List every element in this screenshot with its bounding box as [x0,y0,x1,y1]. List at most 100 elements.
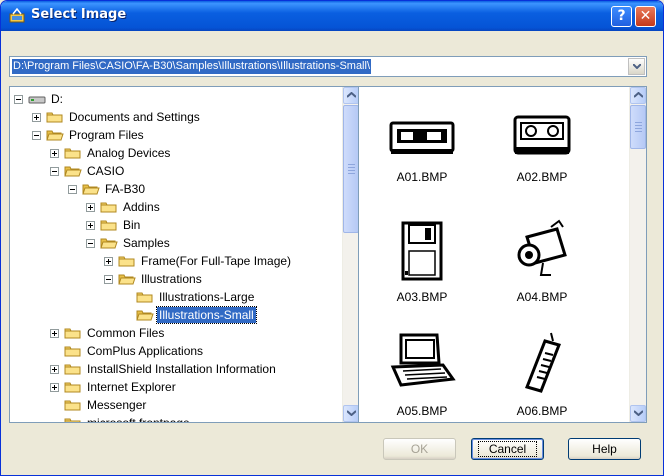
collapse-icon[interactable] [104,275,113,284]
thumbnail-item[interactable]: A03.BMP [367,213,487,323]
thumbnail-label: A03.BMP [396,290,448,304]
thumbnail-label: A04.BMP [516,290,568,304]
tree-scroll-up-button[interactable] [343,87,358,104]
folder-icon [64,148,81,159]
tree-item-label: CASIO [87,164,125,178]
tree-item-fa-b30[interactable]: FA-B30 [10,180,340,198]
drive-icon [28,96,46,104]
thumbnail-item[interactable]: A01.BMP [367,95,487,205]
folder-icon [64,400,81,411]
tree-item-common-files[interactable]: Common Files [10,324,340,342]
folder-icon [46,112,63,123]
title-bar[interactable]: Select Image ? ✕ [1,1,663,31]
tree-item-label: Analog Devices [87,146,171,160]
tree-item-internet-explorer[interactable]: Internet Explorer [10,378,340,396]
tree-item-illustrations-small[interactable]: Illustrations-Small [10,306,340,324]
image-scroll-thumb[interactable] [630,105,646,149]
tree-item-addins[interactable]: Addins [10,198,340,216]
help-button[interactable]: Help [568,438,641,460]
expand-icon[interactable] [50,365,59,374]
tree-item-casio[interactable]: CASIO [10,162,340,180]
collapse-icon[interactable] [32,131,41,140]
folder-tree[interactable]: D: Documents and Settings Program Files Ana… [9,86,359,423]
tree-item-messenger[interactable]: Messenger [10,396,340,414]
image-scroll-up-button[interactable] [630,87,646,104]
select-image-dialog: Select Image ? ✕ D:\Program Files\CASIO\… [0,0,664,476]
ok-button[interactable]: OK [383,438,456,460]
cancel-button-label: Cancel [477,441,538,457]
cassette-tape-icon [513,115,571,155]
vhs-tape-icon [389,121,455,154]
tree-item-program-files[interactable]: Program Files [10,126,340,144]
thumbnail-item[interactable]: A02.BMP [487,95,607,205]
expand-icon[interactable] [86,203,95,212]
folder-icon [136,292,153,303]
tree-item-samples[interactable]: Samples [10,234,340,252]
tree-item-label: microsoft frontpage [87,416,190,423]
folder-open-icon [100,238,118,249]
close-button[interactable]: ✕ [635,6,656,27]
window-title: Select Image [31,7,127,22]
collapse-icon[interactable] [14,95,23,104]
expand-icon[interactable] [104,257,113,266]
tree-item-label: D: [51,92,63,106]
tree-item-label: Samples [123,236,170,250]
tree-item-label: Program Files [69,128,144,142]
collapse-icon[interactable] [86,239,95,248]
folder-icon [64,328,81,339]
image-scroll-down-button[interactable] [630,405,646,422]
folder-icon [118,256,135,267]
expand-icon[interactable] [50,149,59,158]
tree-item-frame-for-full-tape-image[interactable]: Frame(For Full-Tape Image) [10,252,340,270]
thumbnail-item[interactable]: A05.BMP [367,331,487,421]
cordless-phone-icon [525,332,561,393]
floppy-disk-icon [401,221,443,281]
tree-item-analog-devices[interactable]: Analog Devices [10,144,340,162]
cancel-button[interactable]: Cancel [471,438,544,460]
expand-icon[interactable] [86,221,95,230]
tree-scroll-down-button[interactable] [343,405,358,422]
thumbnail-item[interactable]: A06.BMP [487,331,607,421]
chevron-up-icon [347,92,356,98]
tree-scrollbar[interactable] [342,87,358,422]
folder-icon [64,382,81,393]
tree-item-label: Addins [123,200,160,214]
tree-item-microsoft-frontpage[interactable]: microsoft frontpage [10,414,340,423]
tree-item-installshield-installation-information[interactable]: InstallShield Installation Information [10,360,340,378]
path-combobox[interactable]: D:\Program Files\CASIO\FA-B30\Samples\Il… [9,56,647,77]
tree-scroll-thumb[interactable] [343,105,358,233]
collapse-icon[interactable] [50,167,59,176]
help-title-button[interactable]: ? [611,6,632,27]
expand-icon[interactable] [50,329,59,338]
tree-item-illustrations-large[interactable]: Illustrations-Large [10,288,340,306]
tree-item-label: Illustrations-Large [159,290,255,304]
camcorder-icon [517,219,567,276]
app-icon [9,8,25,23]
tree-item-label: Messenger [87,398,147,412]
tree-item-d[interactable]: D: [10,90,340,108]
image-thumbnail-view[interactable]: A01.BMP A02.BMP A03.BMP A04.BMP A05.BMP … [358,86,647,423]
thumbnail-label: A06.BMP [516,404,568,418]
chevron-up-icon [634,92,643,98]
expand-icon[interactable] [50,383,59,392]
image-scrollbar[interactable] [629,87,646,422]
tree-item-documents-and-settings[interactable]: Documents and Settings [10,108,340,126]
thumbnail-item[interactable]: A04.BMP [487,213,607,323]
tree-item-label: Illustrations [141,272,202,286]
tree-item-label: Documents and Settings [69,110,200,124]
tree-item-label: ComPlus Applications [87,344,204,358]
tree-item-complus-applications[interactable]: ComPlus Applications [10,342,340,360]
tree-item-bin[interactable]: Bin [10,216,340,234]
expand-icon[interactable] [32,113,41,122]
tree-item-illustrations[interactable]: Illustrations [10,270,340,288]
tree-item-label: Illustrations-Small [156,306,257,324]
combo-dropdown-button[interactable] [628,58,645,75]
tree-item-label: FA-B30 [105,182,146,196]
folder-open-icon [118,274,136,285]
folder-open-icon [46,130,64,141]
chevron-down-icon [347,410,356,416]
tree-item-label: Frame(For Full-Tape Image) [141,254,292,268]
tree-item-label: Internet Explorer [87,380,176,394]
collapse-icon[interactable] [68,185,77,194]
tree-item-label: Bin [123,218,141,232]
